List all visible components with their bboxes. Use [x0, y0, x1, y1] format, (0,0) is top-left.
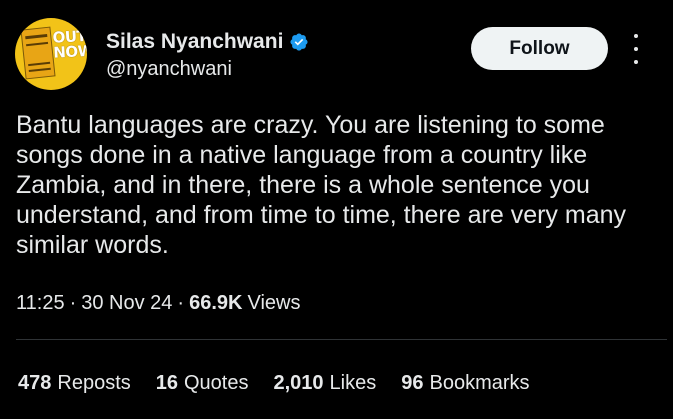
- book-cover-image: [20, 26, 56, 80]
- views-count: 66.9K: [189, 292, 243, 314]
- engagement-stats: 478 Reposts 16 Quotes 2,010 Likes 96 Bookmar…: [18, 372, 555, 395]
- more-options-icon[interactable]: [626, 34, 646, 64]
- author-name-row: Silas Nyanchwani: [106, 30, 309, 54]
- reposts-count: 478: [18, 372, 52, 394]
- avatar[interactable]: OUT NOW: [15, 18, 87, 90]
- follow-button[interactable]: Follow: [471, 27, 608, 70]
- reposts-stat[interactable]: 478 Reposts: [18, 372, 131, 395]
- divider: [16, 339, 667, 340]
- bookmarks-count: 96: [401, 372, 424, 394]
- avatar-out-now-text: OUT NOW: [52, 27, 87, 62]
- quotes-stat[interactable]: 16 Quotes: [156, 372, 249, 395]
- tweet-meta: 11:25 · 30 Nov 24 · 66.9K Views: [16, 292, 300, 315]
- tweet-text: Bantu languages are crazy. You are liste…: [16, 111, 626, 259]
- verified-badge-icon: [289, 32, 309, 52]
- likes-count: 2,010: [273, 372, 324, 394]
- quotes-count: 16: [155, 372, 178, 394]
- quotes-label: Quotes: [184, 372, 249, 394]
- meta-separator: ·: [69, 292, 77, 314]
- tweet-card: OUT NOW Silas Nyanchwani @nyanchwani Fol…: [0, 0, 673, 419]
- likes-label: Likes: [329, 372, 377, 394]
- bookmarks-label: Bookmarks: [429, 372, 530, 394]
- meta-separator: ·: [177, 292, 185, 314]
- reposts-label: Reposts: [57, 372, 131, 394]
- author-handle[interactable]: @nyanchwani: [106, 58, 232, 81]
- views-label: Views: [247, 292, 301, 314]
- bookmarks-stat[interactable]: 96 Bookmarks: [401, 372, 529, 395]
- likes-stat[interactable]: 2,010 Likes: [273, 372, 376, 395]
- author-display-name[interactable]: Silas Nyanchwani: [106, 30, 283, 54]
- tweet-date[interactable]: 30 Nov 24: [81, 292, 172, 315]
- tweet-time[interactable]: 11:25: [16, 292, 65, 315]
